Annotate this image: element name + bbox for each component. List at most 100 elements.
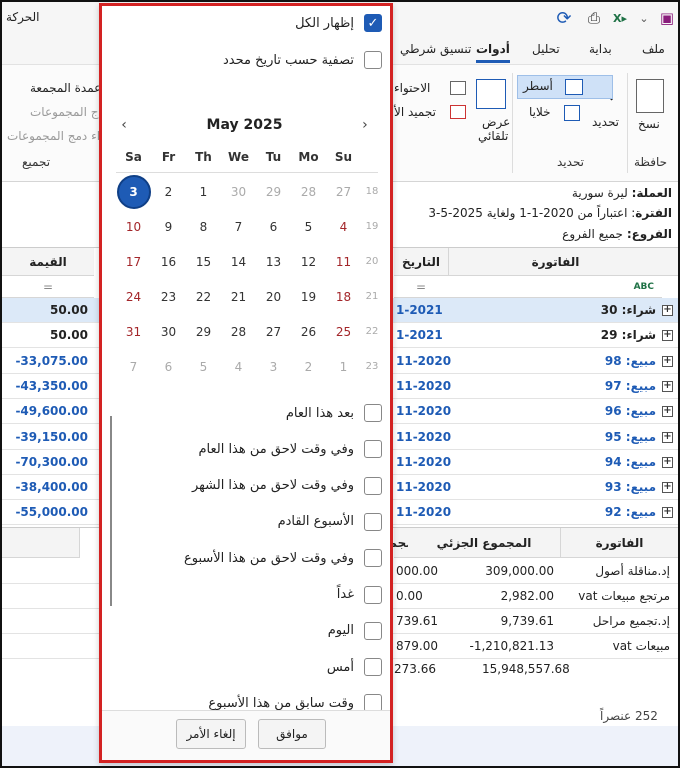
date-option[interactable]: بعد هذا العام	[286, 404, 382, 422]
ok-button[interactable]: موافق	[258, 719, 326, 749]
calendar-day[interactable]: 25	[326, 314, 361, 349]
calendar-day[interactable]: 3	[256, 349, 291, 384]
collapse-groups-label[interactable]: ج المجموعات	[30, 105, 98, 119]
calendar-day[interactable]: 10	[116, 209, 151, 244]
print-icon[interactable]: ⎙	[584, 8, 604, 28]
calendar-day[interactable]: 31	[116, 314, 151, 349]
tab-tools[interactable]: أدوات	[476, 42, 510, 63]
select-label[interactable]: تحديد	[592, 115, 619, 129]
calendar-day[interactable]: 8	[186, 209, 221, 244]
calendar-day[interactable]: 13	[256, 244, 291, 279]
options-scrollbar[interactable]	[110, 416, 112, 606]
calendar-day[interactable]: 6	[151, 349, 186, 384]
tab-home[interactable]: بداية	[589, 42, 612, 56]
unmerge-groups-label[interactable]: اء دمج المجموعات	[7, 129, 100, 143]
expand-icon[interactable]: +	[662, 355, 673, 367]
calendar-day[interactable]: 27	[326, 174, 361, 209]
value-filter-cell[interactable]: =	[2, 276, 94, 298]
show-all-label[interactable]: إظهار الكل	[295, 16, 354, 31]
date-option-checkbox[interactable]	[364, 549, 382, 568]
calendar-day[interactable]: 4	[221, 349, 256, 384]
calendar-day[interactable]: 7	[116, 349, 151, 384]
calendar-day[interactable]: 14	[221, 244, 256, 279]
date-option[interactable]: وفي وقت لاحق من هذا الأسبوع	[184, 549, 382, 568]
copy-label[interactable]: نسخ	[638, 117, 660, 131]
date-option-label[interactable]: غداً	[337, 587, 354, 602]
calendar-day[interactable]: 26	[291, 314, 326, 349]
filter-by-date-option[interactable]: تصفية حسب تاريخ محدد	[223, 51, 382, 69]
date-option-label[interactable]: اليوم	[328, 623, 354, 638]
date-option-label[interactable]: الأسبوع القادم	[278, 514, 354, 529]
calendar-day[interactable]: 30	[151, 314, 186, 349]
tab-conditional-format[interactable]: تنسيق شرطي	[400, 42, 471, 56]
date-option[interactable]: وفي وقت لاحق من هذا العام	[198, 440, 382, 459]
auto-view-label-1[interactable]: عرض	[482, 115, 510, 129]
calendar-day[interactable]: 16	[151, 244, 186, 279]
calendar-day[interactable]: 5	[291, 209, 326, 244]
date-option-label[interactable]: وفي وقت لاحق من هذا الأسبوع	[184, 551, 354, 566]
calendar-day[interactable]: 28	[291, 174, 326, 209]
calendar-day[interactable]: 27	[256, 314, 291, 349]
calendar-day[interactable]: 19	[291, 279, 326, 314]
refresh-icon[interactable]: ⟳	[554, 8, 574, 29]
calendar-day[interactable]: 3	[116, 174, 151, 209]
date-option-label[interactable]: وفي وقت لاحق من هذا الشهر	[192, 478, 354, 493]
auto-view-icon[interactable]	[476, 79, 506, 109]
date-option-label[interactable]: وقت سابق من هذا الأسبوع	[208, 696, 354, 711]
date-option-label[interactable]: وفي وقت لاحق من هذا العام	[198, 442, 354, 457]
date-option-label[interactable]: أمس	[327, 660, 354, 675]
expand-icon[interactable]: +	[662, 507, 673, 519]
tab-file[interactable]: ملف	[642, 42, 665, 56]
calendar-day[interactable]: 29	[186, 314, 221, 349]
calendar-day[interactable]: 6	[256, 209, 291, 244]
calendar-prev-icon[interactable]: ‹	[112, 117, 136, 133]
calendar-month[interactable]: May 2025	[207, 117, 283, 133]
date-option-checkbox[interactable]	[364, 658, 382, 677]
calendar-day[interactable]: 18	[326, 279, 361, 314]
invoice-column-header[interactable]: الفاتورة	[448, 248, 662, 276]
calendar-day[interactable]: 21	[221, 279, 256, 314]
date-option[interactable]: وفي وقت لاحق من هذا الشهر	[192, 476, 382, 495]
expand-icon[interactable]: +	[662, 431, 673, 443]
expand-icon[interactable]: +	[662, 482, 673, 494]
invoice-filter-cell[interactable]: ABC	[448, 276, 662, 298]
expand-icon[interactable]: +	[662, 330, 673, 342]
calendar-day[interactable]: 28	[221, 314, 256, 349]
copy-icon[interactable]	[636, 79, 664, 113]
calendar-day[interactable]: 17	[116, 244, 151, 279]
calendar-day[interactable]: 7	[221, 209, 256, 244]
contain-label[interactable]: الاحتواء	[394, 81, 430, 95]
expand-icon[interactable]: +	[662, 456, 673, 468]
calendar-day[interactable]: 20	[256, 279, 291, 314]
expand-icon[interactable]: +	[662, 406, 673, 418]
date-option-checkbox[interactable]	[364, 476, 382, 495]
cells-label[interactable]: خلايا	[529, 105, 551, 119]
filter-by-date-label[interactable]: تصفية حسب تاريخ محدد	[223, 53, 354, 68]
date-option-checkbox[interactable]	[364, 404, 382, 422]
calendar-day[interactable]: 12	[291, 244, 326, 279]
date-option-checkbox[interactable]	[364, 440, 382, 459]
excel-export-icon[interactable]: X▸	[610, 8, 630, 28]
group-column-label[interactable]: عمدة المجمعة	[30, 81, 101, 95]
date-option[interactable]: الأسبوع القادم	[278, 512, 382, 531]
calendar-day[interactable]: 1	[326, 349, 361, 384]
date-option[interactable]: اليوم	[328, 621, 382, 640]
auto-view-label-2[interactable]: تلقائي	[478, 129, 508, 143]
date-filter-cell[interactable]: =	[394, 276, 448, 298]
calendar-day[interactable]: 22	[186, 279, 221, 314]
calendar-day[interactable]: 11	[326, 244, 361, 279]
tab-analysis[interactable]: تحليل	[532, 42, 560, 56]
calendar-day[interactable]: 9	[151, 209, 186, 244]
expand-icon[interactable]: +	[662, 380, 673, 392]
date-option[interactable]: أمس	[327, 658, 382, 677]
cancel-button[interactable]: إلغاء الأمر	[176, 719, 246, 749]
calendar-day[interactable]: 2	[151, 174, 186, 209]
date-option-checkbox[interactable]	[364, 621, 382, 640]
show-all-checkbox[interactable]: ✓	[364, 14, 382, 32]
calendar-next-icon[interactable]: ›	[353, 117, 377, 133]
calendar-day[interactable]: 30	[221, 174, 256, 209]
filter-by-date-checkbox[interactable]	[364, 51, 382, 69]
calendar-day[interactable]: 15	[186, 244, 221, 279]
calendar-day[interactable]: 24	[116, 279, 151, 314]
chevron-down-icon[interactable]: ⌄	[634, 8, 654, 28]
